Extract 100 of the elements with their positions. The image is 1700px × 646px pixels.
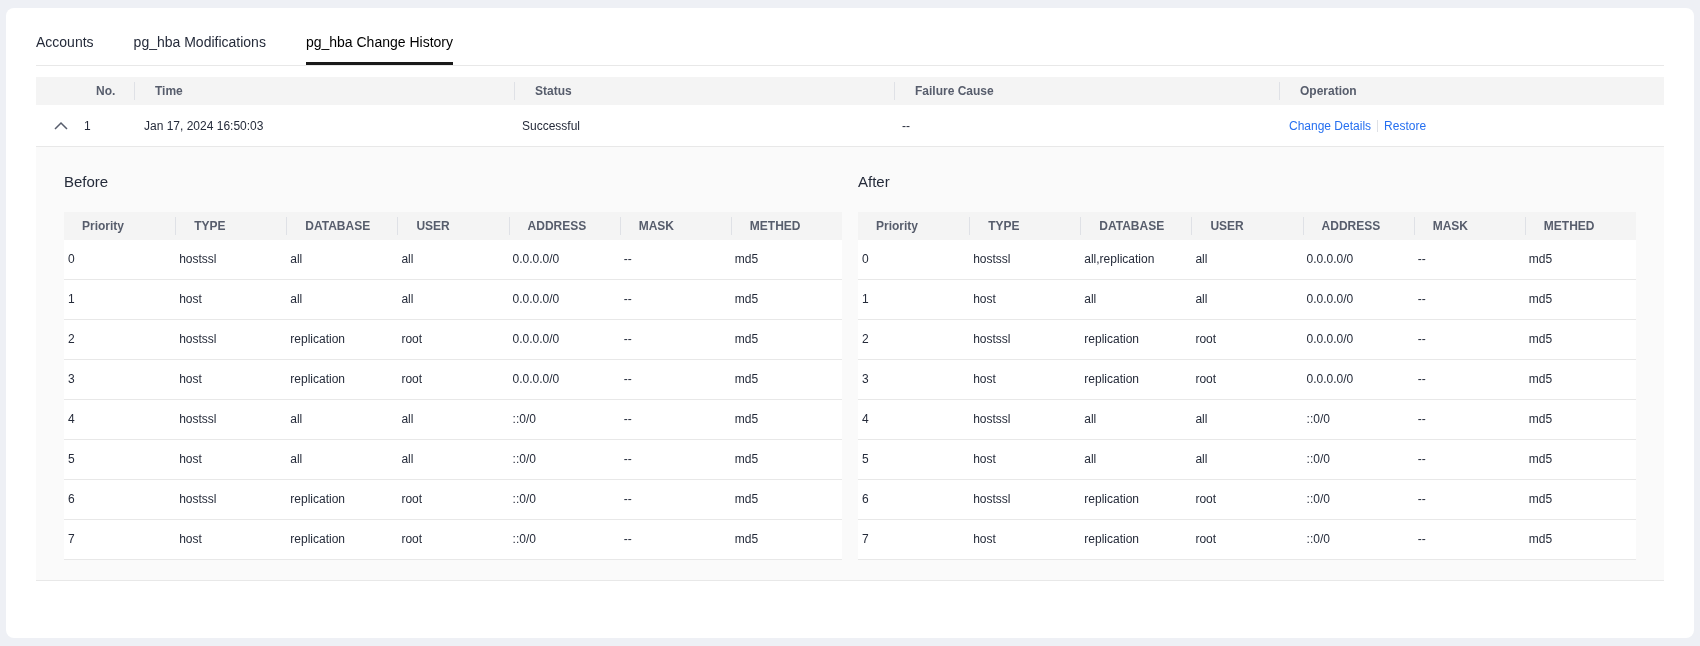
table-cell: host: [973, 372, 996, 386]
table-cell: Successful: [522, 118, 581, 133]
table-cell: ::0/0: [512, 412, 536, 426]
table-cell: all,replication: [1084, 252, 1155, 266]
table-cell: 0.0.0.0/0: [512, 252, 560, 266]
table-cell: 5: [862, 452, 869, 466]
table-cell: root: [1195, 492, 1217, 506]
table-cell: --: [623, 292, 632, 306]
table-cell: ::0/0: [1306, 412, 1330, 426]
table-cell: ::0/0: [512, 532, 536, 546]
table-cell: root: [401, 372, 423, 386]
table-cell: replication: [290, 492, 345, 506]
table-cell: 2: [68, 332, 75, 346]
table-cell: 3: [68, 372, 75, 386]
table-cell: replication: [1084, 372, 1139, 386]
table-cell: root: [401, 532, 423, 546]
table-cell: hostssl: [973, 492, 1011, 506]
table-cell: --: [623, 412, 632, 426]
column-header: No.: [95, 83, 117, 100]
table-cell: --: [1417, 452, 1426, 466]
table-cell: --: [1417, 492, 1426, 506]
table-cell: all: [290, 412, 303, 426]
table-cell: --: [623, 492, 632, 506]
table-cell: md5: [1528, 492, 1553, 506]
table-cell: 1: [862, 292, 869, 306]
expand-toggle-icon[interactable]: [54, 121, 68, 130]
table-cell: hostssl: [179, 492, 217, 506]
tab[interactable]: pg_hba Modifications: [133, 30, 266, 65]
column-header: Time: [134, 82, 514, 100]
table-cell: md5: [734, 532, 759, 546]
table-cell: 0: [862, 252, 869, 266]
column-header: Failure Cause: [894, 82, 1279, 100]
table-cell: hostssl: [179, 332, 217, 346]
table-cell: all: [401, 252, 414, 266]
column-header: Operation: [1279, 82, 1664, 100]
table-cell: host: [179, 532, 202, 546]
table-cell: hostssl: [179, 412, 217, 426]
table-cell: 2: [862, 332, 869, 346]
table-cell: host: [179, 452, 202, 466]
table-cell: --: [1417, 292, 1426, 306]
tab[interactable]: pg_hba Change History: [305, 30, 453, 65]
table-cell: replication: [290, 372, 345, 386]
table-cell: 4: [862, 412, 869, 426]
table-cell: md5: [1528, 532, 1553, 546]
tab[interactable]: Accounts: [36, 30, 94, 65]
column-header: USER: [397, 216, 509, 235]
table-cell: --: [623, 252, 632, 266]
table-cell: --: [623, 532, 632, 546]
table-cell: 7: [862, 532, 869, 546]
section-title: After: [858, 172, 890, 192]
table-cell: md5: [734, 492, 759, 506]
table-cell: md5: [734, 372, 759, 386]
table-cell: 0.0.0.0/0: [1306, 372, 1354, 386]
column-header: METHED: [1524, 216, 1636, 235]
table-cell: --: [1417, 412, 1426, 426]
table-cell: all: [1195, 252, 1208, 266]
column-header: Priority: [81, 217, 125, 235]
table-cell: ::0/0: [1306, 452, 1330, 466]
table-cell: md5: [1528, 372, 1553, 386]
table-cell: root: [1195, 532, 1217, 546]
table-cell: 6: [862, 492, 869, 506]
table-cell: host: [973, 292, 996, 306]
table-cell: replication: [1084, 492, 1139, 506]
table-cell: 3: [862, 372, 869, 386]
column-header: MASK: [619, 216, 731, 235]
table-cell: md5: [734, 412, 759, 426]
table-cell: 0: [68, 252, 75, 266]
table-cell: md5: [734, 332, 759, 346]
column-header: Status: [514, 82, 894, 100]
table-cell: host: [973, 452, 996, 466]
table-cell: ::0/0: [1306, 532, 1330, 546]
table-cell: all: [1084, 412, 1097, 426]
table-cell: --: [1417, 532, 1426, 546]
table-cell: 0.0.0.0/0: [512, 372, 560, 386]
table-cell: replication: [1084, 532, 1139, 546]
section-title: Before: [64, 172, 109, 192]
table-cell: ::0/0: [1306, 492, 1330, 506]
table-cell: all: [401, 412, 414, 426]
restore-link[interactable]: Restore: [1384, 118, 1427, 133]
table-cell: replication: [290, 332, 345, 346]
table-cell: ::0/0: [512, 492, 536, 506]
column-header: ADDRESS: [508, 216, 620, 235]
column-header: TYPE: [969, 216, 1081, 235]
table-cell: all: [1084, 452, 1097, 466]
table-cell: md5: [1528, 252, 1553, 266]
column-header: ADDRESS: [1302, 216, 1414, 235]
table-cell: --: [1417, 372, 1426, 386]
table-cell: ::0/0: [512, 452, 536, 466]
table-cell: all: [290, 252, 303, 266]
table-cell: all: [401, 452, 414, 466]
table-cell: all: [290, 292, 303, 306]
change-details-link[interactable]: Change Details: [1289, 118, 1372, 133]
table-cell: root: [401, 332, 423, 346]
table-cell: --: [623, 332, 632, 346]
table-cell: root: [1195, 372, 1217, 386]
table-cell: --: [1417, 332, 1426, 346]
table-cell: all: [1084, 292, 1097, 306]
table-cell: all: [1195, 452, 1208, 466]
table-cell: 0.0.0.0/0: [1306, 252, 1354, 266]
table-cell: 0.0.0.0/0: [1306, 292, 1354, 306]
